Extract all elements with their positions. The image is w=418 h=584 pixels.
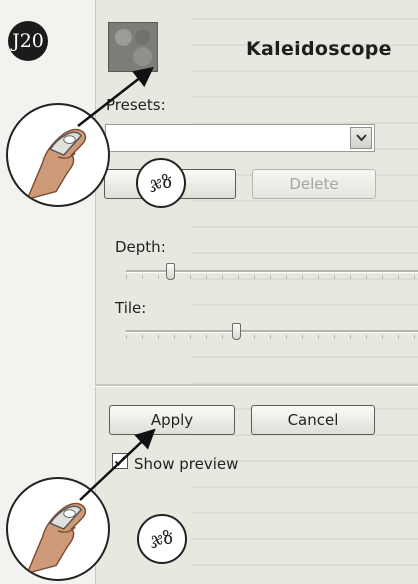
click-indicator: ჯზ bbox=[136, 158, 186, 208]
cancel-button[interactable]: Cancel bbox=[251, 405, 375, 435]
tile-track bbox=[126, 330, 418, 333]
depth-label: Depth: bbox=[115, 238, 166, 256]
tile-slider[interactable] bbox=[126, 323, 418, 340]
click-indicator: ჯზ bbox=[137, 514, 187, 564]
kaleidoscope-dialog bbox=[95, 0, 418, 584]
dialog-title: Kaleidoscope bbox=[246, 38, 392, 60]
mouse-hand-icon bbox=[6, 477, 110, 581]
delete-preset-button[interactable]: Delete bbox=[252, 169, 376, 199]
show-preview-label: Show preview bbox=[134, 455, 239, 473]
show-preview-checkbox[interactable] bbox=[112, 453, 128, 469]
background-text bbox=[191, 0, 418, 584]
presets-dropdown[interactable] bbox=[105, 124, 375, 152]
preview-thumbnail[interactable] bbox=[108, 22, 158, 72]
depth-slider[interactable] bbox=[126, 263, 418, 280]
dropdown-arrow-icon[interactable] bbox=[350, 127, 372, 149]
delete-label: Delete bbox=[289, 175, 339, 193]
apply-label: Apply bbox=[150, 411, 194, 429]
checkmark-icon bbox=[114, 456, 126, 466]
tile-ticks bbox=[126, 335, 418, 339]
presets-label: Presets: bbox=[106, 96, 166, 114]
divider bbox=[95, 384, 418, 387]
mouse-hand-icon bbox=[6, 103, 110, 207]
tile-slider-thumb[interactable] bbox=[232, 323, 241, 340]
tile-label: Tile: bbox=[115, 299, 147, 317]
step-number-badge: J20 bbox=[8, 21, 48, 61]
cancel-label: Cancel bbox=[287, 411, 339, 429]
depth-slider-thumb[interactable] bbox=[166, 263, 175, 280]
apply-button[interactable]: Apply bbox=[109, 405, 235, 435]
